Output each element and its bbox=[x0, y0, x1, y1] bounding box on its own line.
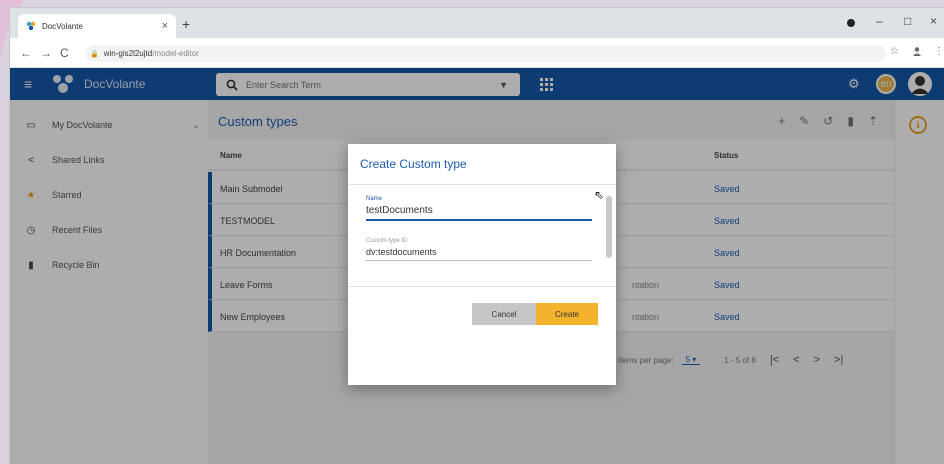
custom-type-id-input[interactable] bbox=[366, 247, 592, 261]
custom-type-id-field: Custom type ID bbox=[366, 238, 592, 261]
browser-tabbar: DocVolante × + – □ × bbox=[10, 8, 944, 38]
tab-title: DocVolante bbox=[42, 21, 83, 31]
back-icon[interactable]: ← bbox=[20, 46, 32, 60]
url-field[interactable]: 🔒 win-gis2l2ujtd/model-editor bbox=[86, 45, 886, 62]
forward-icon[interactable]: → bbox=[40, 46, 52, 60]
address-bar-row: ← → C 🔒 win-gis2l2ujtd/model-editor ☆ ⋮ bbox=[10, 38, 944, 68]
name-field: Name bbox=[366, 196, 592, 221]
url-path: /model-editor bbox=[152, 49, 199, 58]
dialog-divider bbox=[348, 184, 616, 185]
cancel-button[interactable]: Cancel bbox=[472, 303, 536, 325]
lock-icon: 🔒 bbox=[90, 50, 99, 58]
reload-icon[interactable]: C bbox=[60, 46, 69, 60]
tab-close-icon[interactable]: × bbox=[162, 20, 168, 32]
custom-type-id-label: Custom type ID bbox=[366, 238, 408, 244]
profile-dot-icon[interactable] bbox=[846, 17, 856, 31]
profile-icon[interactable] bbox=[912, 46, 922, 59]
minimize-button[interactable]: – bbox=[876, 14, 883, 28]
mouse-cursor-icon: ⇖ bbox=[594, 188, 605, 202]
name-input[interactable] bbox=[366, 205, 592, 221]
create-custom-type-dialog: Create Custom type Name Custom type ID C… bbox=[348, 144, 616, 385]
create-button[interactable]: Create bbox=[536, 303, 598, 325]
dialog-title: Create Custom type bbox=[360, 157, 467, 171]
close-window-button[interactable]: × bbox=[930, 14, 937, 28]
dialog-scrollbar[interactable] bbox=[606, 196, 612, 258]
url-host: win-gis2l2ujtd bbox=[103, 49, 153, 58]
docvolante-favicon bbox=[26, 21, 36, 31]
browser-tab[interactable]: DocVolante × bbox=[18, 14, 176, 38]
new-tab-button[interactable]: + bbox=[182, 16, 190, 32]
kebab-menu-icon[interactable]: ⋮ bbox=[934, 46, 944, 57]
dialog-divider bbox=[348, 286, 616, 287]
name-label: Name bbox=[366, 196, 383, 202]
bookmark-star-icon[interactable]: ☆ bbox=[890, 46, 899, 57]
restore-button[interactable]: □ bbox=[904, 14, 911, 28]
